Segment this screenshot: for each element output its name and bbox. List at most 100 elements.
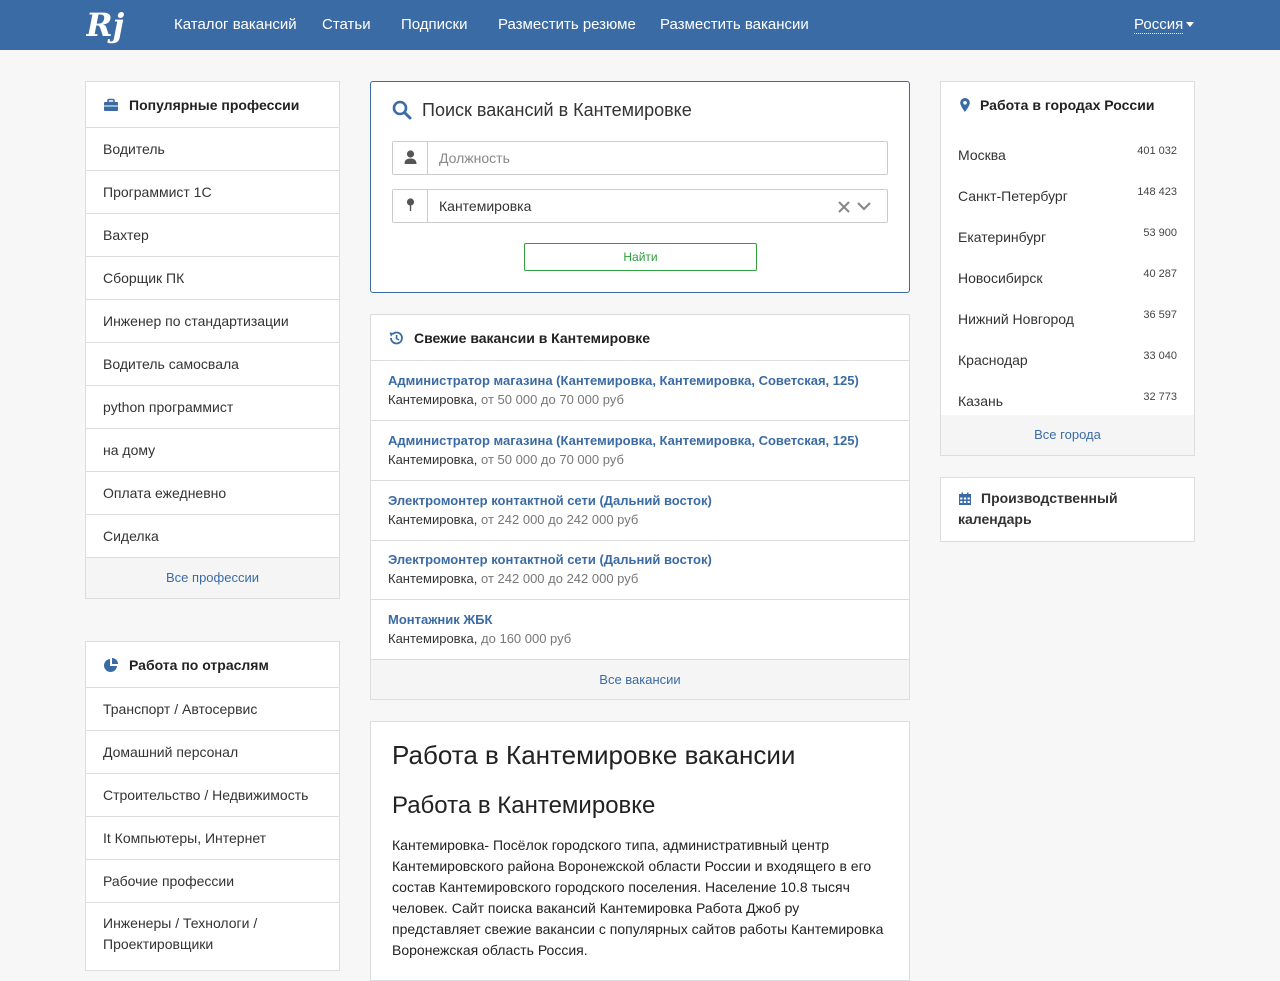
profession-label: Сиделка [103, 528, 159, 544]
fresh-vacancies-panel: Свежие вакансии в Кантемировке Администр… [370, 314, 910, 700]
profession-item[interactable]: python программист [86, 386, 339, 429]
vacancy-item: Монтажник ЖБК Кантемировка, до 160 000 р… [371, 600, 909, 660]
nav-link-post-vacancy[interactable]: Разместить вакансии [660, 16, 809, 33]
city-count: 32 773 [1143, 391, 1177, 403]
industry-label: Рабочие профессии [103, 873, 235, 889]
profession-label: Оплата ежедневно [103, 485, 227, 501]
vacancy-salary: от 242 000 до 242 000 руб [481, 571, 639, 586]
city-name: Москва [958, 147, 1006, 163]
city-item[interactable]: Екатеринбург 53 900 [941, 216, 1194, 257]
panel-title: Работа по отраслям [129, 657, 269, 673]
map-marker-icon [959, 97, 975, 113]
calendar-panel[interactable]: Производственный календарь [940, 477, 1195, 542]
vacancy-city: Кантемировка, [388, 392, 478, 407]
country-dropdown[interactable]: Россия [1134, 16, 1184, 34]
vacancy-salary: от 242 000 до 242 000 руб [481, 512, 639, 527]
panel-title: Популярные профессии [129, 97, 300, 113]
profession-label: python программист [103, 399, 234, 415]
city-name: Нижний Новгород [958, 311, 1074, 327]
industry-item[interactable]: Рабочие профессии [86, 860, 339, 903]
top-navbar: Rj Каталог вакансий Статьи Подписки Разм… [0, 0, 1280, 50]
position-field[interactable]: Должность [392, 141, 888, 175]
industry-item[interactable]: Транспорт / Автосервис [86, 688, 339, 731]
industry-label: Строительство / Недвижимость [103, 787, 309, 803]
profession-item[interactable]: Программист 1С [86, 171, 339, 214]
vacancy-salary: от 50 000 до 70 000 руб [481, 392, 624, 407]
vacancy-link[interactable]: Электромонтер контактной сети (Дальний в… [388, 493, 712, 508]
industry-label: Транспорт / Автосервис [103, 701, 258, 717]
profession-item[interactable]: Вахтер [86, 214, 339, 257]
city-item[interactable]: Нижний Новгород 36 597 [941, 298, 1194, 339]
vacancy-link[interactable]: Администратор магазина (Кантемировка, Ка… [388, 433, 859, 448]
vacancy-item: Электромонтер контактной сети (Дальний в… [371, 481, 909, 541]
map-marker-icon [393, 190, 428, 222]
industry-item[interactable]: Строительство / Недвижимость [86, 774, 339, 817]
panel-title: Работа в городах России [980, 97, 1155, 113]
profession-item[interactable]: Сиделка [86, 515, 339, 558]
profession-label: Сборщик ПК [103, 270, 185, 286]
chevron-down-icon[interactable] [856, 199, 872, 216]
user-icon [393, 142, 428, 174]
industry-item[interactable]: Инженеры / Технологи / Проектировщики [86, 903, 339, 967]
panel-title: Свежие вакансии в Кантемировке [414, 330, 651, 346]
profession-label: Водитель [103, 141, 165, 157]
profession-item[interactable]: Сборщик ПК [86, 257, 339, 300]
industry-item[interactable]: Домашний персонал [86, 731, 339, 774]
city-count: 53 900 [1143, 227, 1177, 239]
profession-item[interactable]: Водитель [86, 128, 339, 171]
vacancy-link[interactable]: Администратор магазина (Кантемировка, Ка… [388, 373, 859, 388]
profession-label: на дому [103, 442, 156, 458]
all-cities-link[interactable]: Все города [941, 415, 1194, 455]
city-item[interactable]: Москва 401 032 [941, 134, 1194, 175]
vacancy-city: Кантемировка, [388, 571, 478, 586]
city-item[interactable]: Новосибирск 40 287 [941, 257, 1194, 298]
panel-header: Популярные профессии [86, 82, 339, 128]
profession-item[interactable]: Инженер по стандартизации [86, 300, 339, 343]
profession-item[interactable]: на дому [86, 429, 339, 472]
vacancy-link[interactable]: Электромонтер контактной сети (Дальний в… [388, 552, 712, 567]
vacancy-item: Администратор магазина (Кантемировка, Ка… [371, 361, 909, 421]
city-item[interactable]: Санкт-Петербург 148 423 [941, 175, 1194, 216]
city-count: 401 032 [1137, 145, 1177, 157]
city-name: Новосибирск [958, 270, 1043, 286]
all-vacancies-link[interactable]: Все вакансии [371, 660, 909, 699]
vacancy-salary: от 50 000 до 70 000 руб [481, 452, 624, 467]
nav-link-subscriptions[interactable]: Подписки [401, 16, 468, 33]
vacancy-link[interactable]: Монтажник ЖБК [388, 612, 492, 627]
vacancy-city: Кантемировка, [388, 452, 478, 467]
city-name: Екатеринбург [958, 229, 1047, 245]
briefcase-icon [103, 97, 119, 113]
city-select[interactable]: Кантемировка [392, 189, 888, 223]
industry-item[interactable]: It Компьютеры, Интернет [86, 817, 339, 860]
position-placeholder: Должность [439, 150, 510, 166]
all-professions-link[interactable]: Все профессии [86, 558, 339, 598]
vacancy-city: Кантемировка, [388, 631, 478, 646]
pie-chart-icon [103, 657, 119, 673]
profession-label: Программист 1С [103, 184, 212, 200]
article-subtitle: Работа в Кантемировке [392, 792, 656, 819]
panel-header: Свежие вакансии в Кантемировке [371, 315, 909, 361]
profession-item[interactable]: Оплата ежедневно [86, 472, 339, 515]
city-item[interactable]: Краснодар 33 040 [941, 339, 1194, 380]
search-title: Поиск вакансий в Кантемировке [422, 100, 692, 120]
industry-label: Домашний персонал [103, 744, 239, 760]
city-name: Казань [958, 393, 1004, 409]
clear-icon[interactable] [838, 199, 850, 216]
vacancy-city: Кантемировка, [388, 512, 478, 527]
nav-link-catalog[interactable]: Каталог вакансий [174, 16, 297, 33]
professions-panel: Популярные профессии Водитель Программис… [85, 81, 340, 599]
cities-panel: Работа в городах России Москва 401 032 Са… [940, 81, 1195, 456]
industry-label: Инженеры / Технологи / Проектировщики [103, 915, 258, 952]
city-count: 40 287 [1143, 268, 1177, 280]
find-button[interactable]: Найти [524, 243, 757, 271]
site-logo[interactable]: Rj [85, 4, 126, 46]
nav-link-post-resume[interactable]: Разместить резюме [498, 16, 636, 33]
vacancy-salary: до 160 000 руб [481, 631, 572, 646]
svg-text:Rj: Rj [86, 6, 125, 44]
profession-item[interactable]: Водитель самосвала [86, 343, 339, 386]
vacancy-item: Электромонтер контактной сети (Дальний в… [371, 540, 909, 600]
city-count: 33 040 [1143, 350, 1177, 362]
nav-link-articles[interactable]: Статьи [322, 16, 371, 33]
vacancy-item: Администратор магазина (Кантемировка, Ка… [371, 421, 909, 481]
profession-label: Водитель самосвала [103, 356, 239, 372]
